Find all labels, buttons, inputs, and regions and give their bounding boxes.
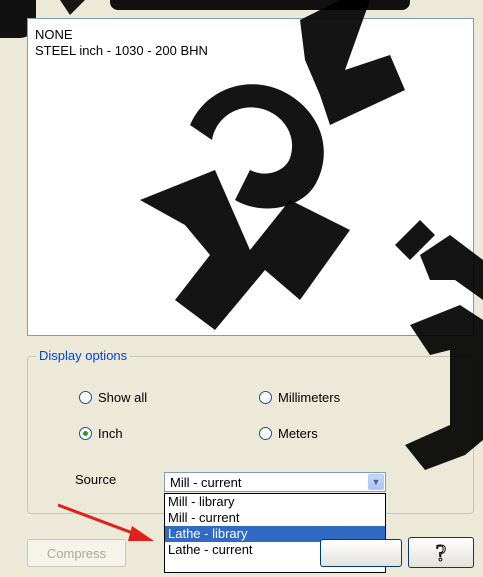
meters-label: Meters — [278, 426, 318, 441]
help-icon: ? — [435, 541, 447, 565]
source-select[interactable]: Mill - current ▼ — [164, 472, 386, 492]
show-all-label: Show all — [98, 390, 148, 405]
ok-button[interactable] — [320, 539, 402, 567]
list-item[interactable]: STEEL inch - 1030 - 200 BHN — [35, 43, 473, 59]
list-item[interactable]: NONE — [35, 27, 473, 43]
inch-label: Inch — [98, 426, 123, 441]
source-label: Source — [75, 472, 117, 487]
dropdown-option[interactable]: Mill - library — [165, 494, 385, 510]
material-list[interactable]: NONE STEEL inch - 1030 - 200 BHN — [27, 18, 474, 336]
inch-radio[interactable]: Inch — [79, 426, 123, 441]
radio-circle[interactable] — [259, 427, 272, 440]
help-button[interactable]: ? — [408, 537, 474, 568]
meters-radio[interactable]: Meters — [259, 426, 318, 441]
source-select-value: Mill - current — [170, 475, 242, 490]
show-all-radio[interactable]: Show all — [79, 390, 147, 405]
compress-button[interactable]: Compress — [27, 539, 126, 567]
dropdown-option[interactable]: Mill - current — [165, 510, 385, 526]
radio-circle[interactable] — [79, 427, 92, 440]
millimeters-radio[interactable]: Millimeters — [259, 390, 340, 405]
radio-selected-dot — [83, 431, 88, 436]
radio-circle[interactable] — [259, 391, 272, 404]
svg-text:?: ? — [436, 541, 447, 565]
chevron-down-icon[interactable]: ▼ — [368, 474, 384, 490]
radio-circle[interactable] — [79, 391, 92, 404]
display-options-legend: Display options — [36, 348, 131, 363]
millimeters-label: Millimeters — [278, 390, 341, 405]
watermark-fragment — [110, 0, 410, 10]
